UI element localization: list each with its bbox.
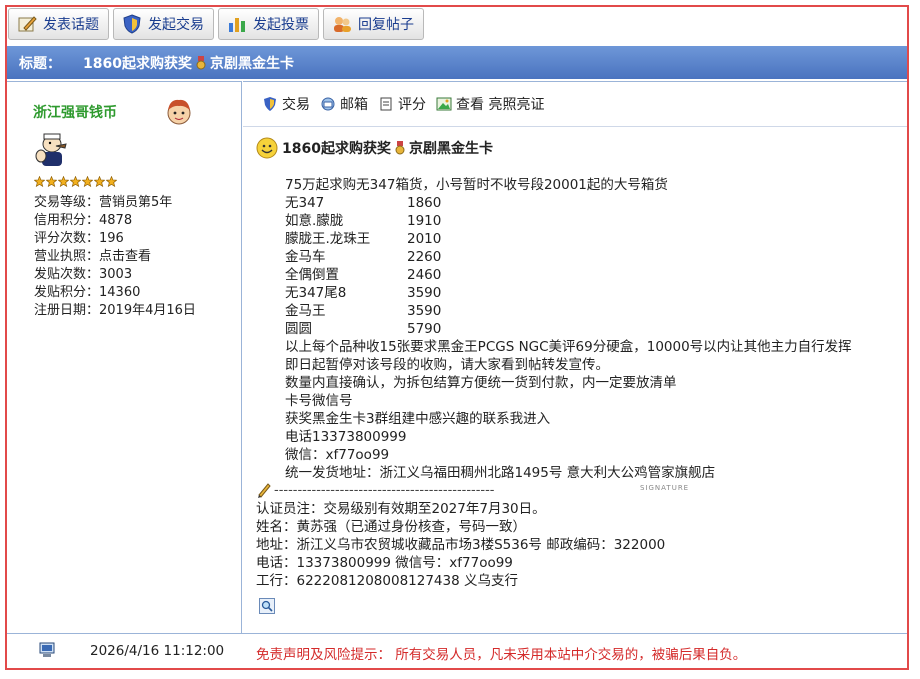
signature-line: 工行：6222081208008127438 义乌支行 (256, 573, 518, 589)
disclaimer-text: 所有交易人员，凡未采用本站中介交易的，被骗后果自负。 (395, 647, 747, 663)
username[interactable]: 浙江强哥钱币 (33, 102, 117, 122)
star-icon (106, 176, 117, 187)
signature-line: 姓名：黄苏强（已通过身份核查，号码一致） (256, 519, 526, 535)
medal-icon (196, 55, 206, 69)
price-row: 全偶倒置 2460 (285, 267, 442, 283)
price-row: 无347尾8 3590 (285, 285, 442, 301)
trade-link[interactable]: 交易 (282, 94, 310, 114)
star-icon (58, 176, 69, 187)
price-row: 无347 1860 (285, 195, 442, 211)
price-row: 圆圆 5790 (285, 321, 442, 337)
smiley-icon (256, 137, 278, 159)
thread-title-part-b: 京剧黑金生卡 (209, 55, 294, 72)
post-line: 统一发货地址：浙江义乌福田稠州北路1495号 意大利大公鸡管家旗舰店 (285, 465, 716, 481)
disclaimer-label: 免责声明及风险提示： (256, 647, 391, 663)
rate-icon (380, 97, 392, 111)
pencil-icon (258, 483, 271, 498)
rate-link[interactable]: 评分 (398, 94, 426, 114)
user-rating-stars (34, 176, 117, 187)
info-trade-level: 交易等级：营销员第5年 (34, 195, 173, 210)
toolbar: 发表话题 发起交易 发起投票 回复帖子 (8, 8, 424, 42)
price-row: 金马王 3590 (285, 303, 442, 319)
disclaimer: 免责声明及风险提示： 所有交易人员，凡未采用本站中介交易的，被骗后果自负。 (256, 643, 746, 663)
info-rating-count: 评分次数：196 (34, 231, 124, 246)
new-topic-button[interactable]: 发表话题 (8, 8, 109, 40)
action-separator (243, 126, 907, 127)
info-register-date: 注册日期：2019年4月16日 (34, 303, 196, 318)
post-heading-part-a: 1860起求购获奖 (282, 141, 391, 157)
new-trade-label: 发起交易 (148, 17, 204, 33)
signature-line: 地址：浙江义乌市农贸城收藏品市场3楼S536号 邮政编码：322000 (256, 537, 666, 553)
signature-line: 认证员注：交易级别有效期至2027年7月30日。 (256, 501, 546, 517)
signature-body: 认证员注：交易级别有效期至2027年7月30日。 姓名：黄苏强（已通过身份核查，… (256, 500, 665, 590)
post-body-text: 以上每个品种收15张要求黑金王PCGS NGC美评69分硬盒，10000号以内让… (285, 338, 905, 482)
bar-chart-icon (229, 18, 245, 32)
price-row: 如意.朦胧 1910 (285, 213, 442, 229)
star-icon (94, 176, 105, 187)
post-datetime: 2026/4/16 11:12:00 (90, 643, 225, 659)
popeye-avatar-icon (35, 133, 67, 166)
mailbox-icon (321, 97, 335, 111)
post-line: 数量内直接确认，为拆包结算方便统一货到付款，内一定要放清单 (285, 375, 677, 391)
reply-people-icon (334, 17, 351, 32)
shield-icon (264, 97, 276, 111)
post-line: 获奖黑金生卡3群组建中感兴趣的联系我进入 (285, 411, 551, 427)
new-trade-button[interactable]: 发起交易 (113, 8, 214, 40)
magnifier-icon[interactable] (259, 598, 275, 614)
post-line: 即日起暂停对该号段的收购，请大家看到帖转发宣传。 (285, 357, 609, 373)
info-credit-score: 信用积分：4878 (34, 213, 133, 228)
thread-title-part-a: 1860起求购获奖 (83, 55, 192, 72)
pencil-paper-icon (18, 16, 37, 32)
post-actions: 交易 邮箱 评分 查看 亮照亮证 (262, 94, 550, 114)
post-heading: 1860起求购获奖 京剧黑金生卡 (256, 137, 493, 159)
signature-line: 电话：13373800999 微信号：xf77oo99 (256, 555, 513, 571)
post-intro: 75万起求购无347箱货，小号暂时不收号段20001起的大号箱货 (285, 177, 668, 193)
post-price-list: 75万起求购无347箱货，小号暂时不收号段20001起的大号箱货 无347 186… (285, 176, 668, 338)
info-post-count: 发贴次数：3003 (34, 267, 133, 282)
star-icon (82, 176, 93, 187)
computer-icon (39, 642, 55, 657)
reply-button[interactable]: 回复帖子 (323, 8, 424, 40)
info-post-score: 发贴积分：14360 (34, 285, 141, 300)
price-row: 金马车 2260 (285, 249, 442, 265)
signature-watermark: SIGNATURE (640, 484, 690, 492)
signature-divider: ----------------------------------------… (256, 482, 494, 498)
shield-icon (123, 14, 141, 34)
price-row: 朦胧王.龙珠王 2010 (285, 231, 442, 247)
user-avatar-icon (167, 99, 191, 125)
picture-icon (436, 97, 452, 111)
mailbox-link[interactable]: 邮箱 (340, 94, 368, 114)
view-license-link[interactable]: 查看 亮照亮证 (456, 94, 544, 114)
new-poll-button[interactable]: 发起投票 (218, 8, 319, 40)
thread-title-bar: 标题： 1860起求购获奖 京剧黑金生卡 (7, 46, 907, 79)
reply-label: 回复帖子 (358, 17, 414, 33)
medal-icon (395, 141, 405, 155)
star-icon (34, 176, 45, 187)
title-label: 标题： (19, 55, 61, 72)
star-icon (70, 176, 81, 187)
info-business-license[interactable]: 营业执照：点击查看 (34, 248, 196, 266)
post-line: 卡号微信号 (285, 393, 353, 409)
new-poll-label: 发起投票 (253, 17, 309, 33)
signature-dashes: ----------------------------------------… (274, 482, 495, 498)
post-line: 电话13373800999 (285, 429, 407, 445)
post-heading-part-b: 京剧黑金生卡 (408, 141, 493, 157)
user-info-list: 交易等级：营销员第5年 信用积分：4878 评分次数：196 营业执照：点击查看… (34, 194, 196, 320)
star-icon (46, 176, 57, 187)
new-topic-label: 发表话题 (43, 17, 99, 33)
post-line: 微信：xf77oo99 (285, 447, 390, 463)
post-line: 以上每个品种收15张要求黑金王PCGS NGC美评69分硬盒，10000号以内让… (285, 339, 852, 355)
